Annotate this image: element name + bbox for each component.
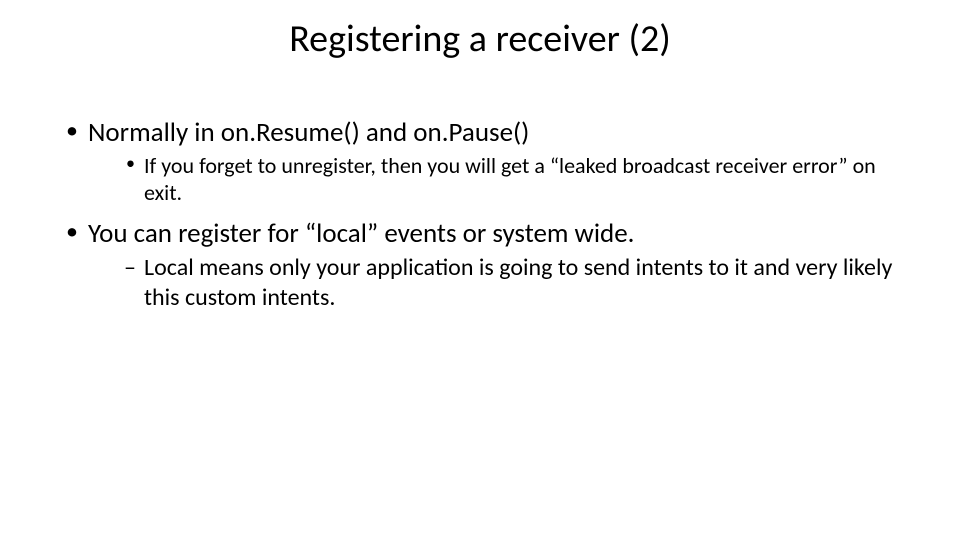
sub-list: Local means only your application is goi… [88, 253, 900, 314]
list-item: Local means only your application is goi… [124, 253, 900, 314]
list-item-text: If you forget to unregister, then you wi… [144, 152, 876, 207]
bullet-list: Normally in on.Resume() and on.Pause() I… [60, 116, 900, 314]
slide-title: Registering a receiver (2) [0, 16, 960, 62]
list-item-text: Normally in on.Resume() and on.Pause() [88, 116, 529, 149]
list-item-text: You can register for “local” events or s… [88, 217, 635, 250]
slide-body: Normally in on.Resume() and on.Pause() I… [60, 116, 900, 324]
list-item: You can register for “local” events or s… [60, 217, 900, 314]
list-item: If you forget to unregister, then you wi… [124, 152, 900, 207]
list-item: Normally in on.Resume() and on.Pause() I… [60, 116, 900, 207]
list-item-text: Local means only your application is goi… [144, 253, 892, 313]
sub-list: If you forget to unregister, then you wi… [88, 152, 900, 207]
slide: Registering a receiver (2) Normally in o… [0, 0, 960, 540]
